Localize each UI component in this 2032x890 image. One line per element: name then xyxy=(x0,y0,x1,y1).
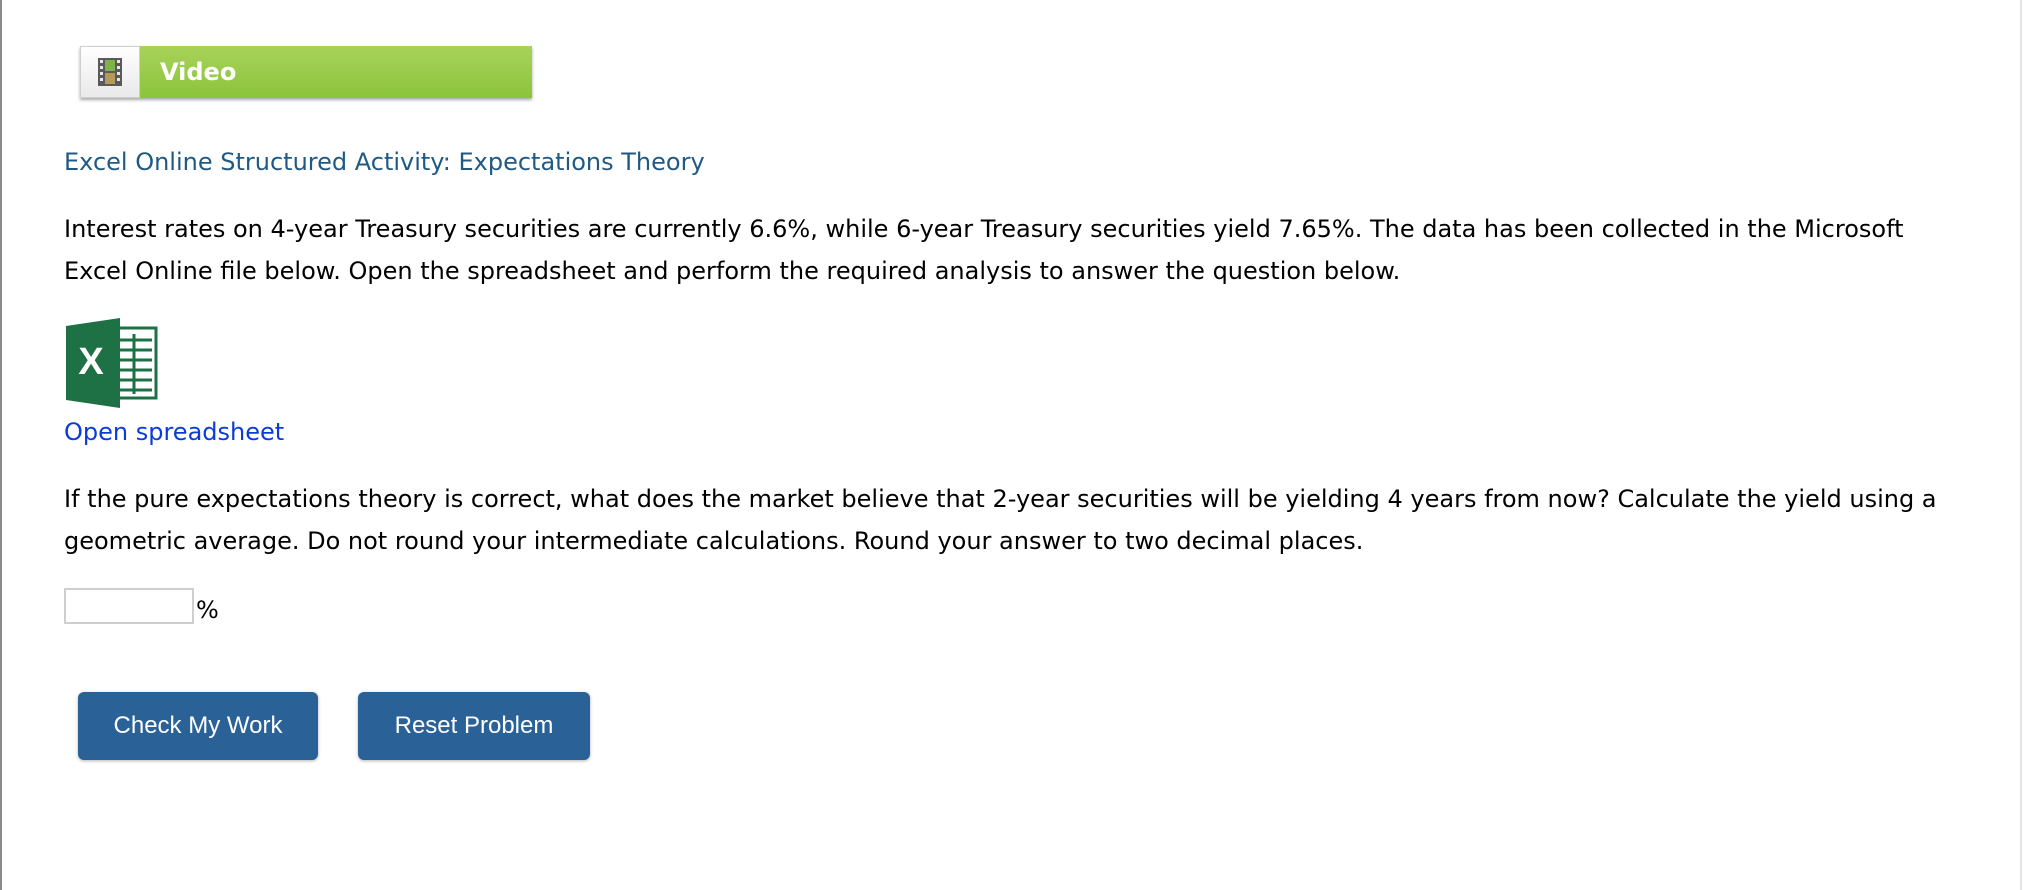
film-icon xyxy=(80,46,140,98)
activity-title: Excel Online Structured Activity: Expect… xyxy=(64,148,705,176)
video-label: Video xyxy=(140,46,532,98)
open-spreadsheet-link[interactable]: Open spreadsheet xyxy=(64,418,284,446)
excel-icon[interactable]: X xyxy=(64,318,160,408)
answer-input[interactable] xyxy=(64,588,194,624)
problem-intro: Interest rates on 4-year Treasury securi… xyxy=(64,215,1904,285)
svg-text:X: X xyxy=(78,341,104,383)
video-button[interactable]: Video xyxy=(80,46,532,98)
scrollbar-edge xyxy=(2020,0,2022,890)
answer-row: % xyxy=(64,588,219,624)
percent-unit: % xyxy=(196,596,219,624)
question-text: If the pure expectations theory is corre… xyxy=(64,485,1937,555)
check-my-work-button[interactable]: Check My Work xyxy=(78,692,318,760)
reset-problem-button[interactable]: Reset Problem xyxy=(358,692,590,760)
